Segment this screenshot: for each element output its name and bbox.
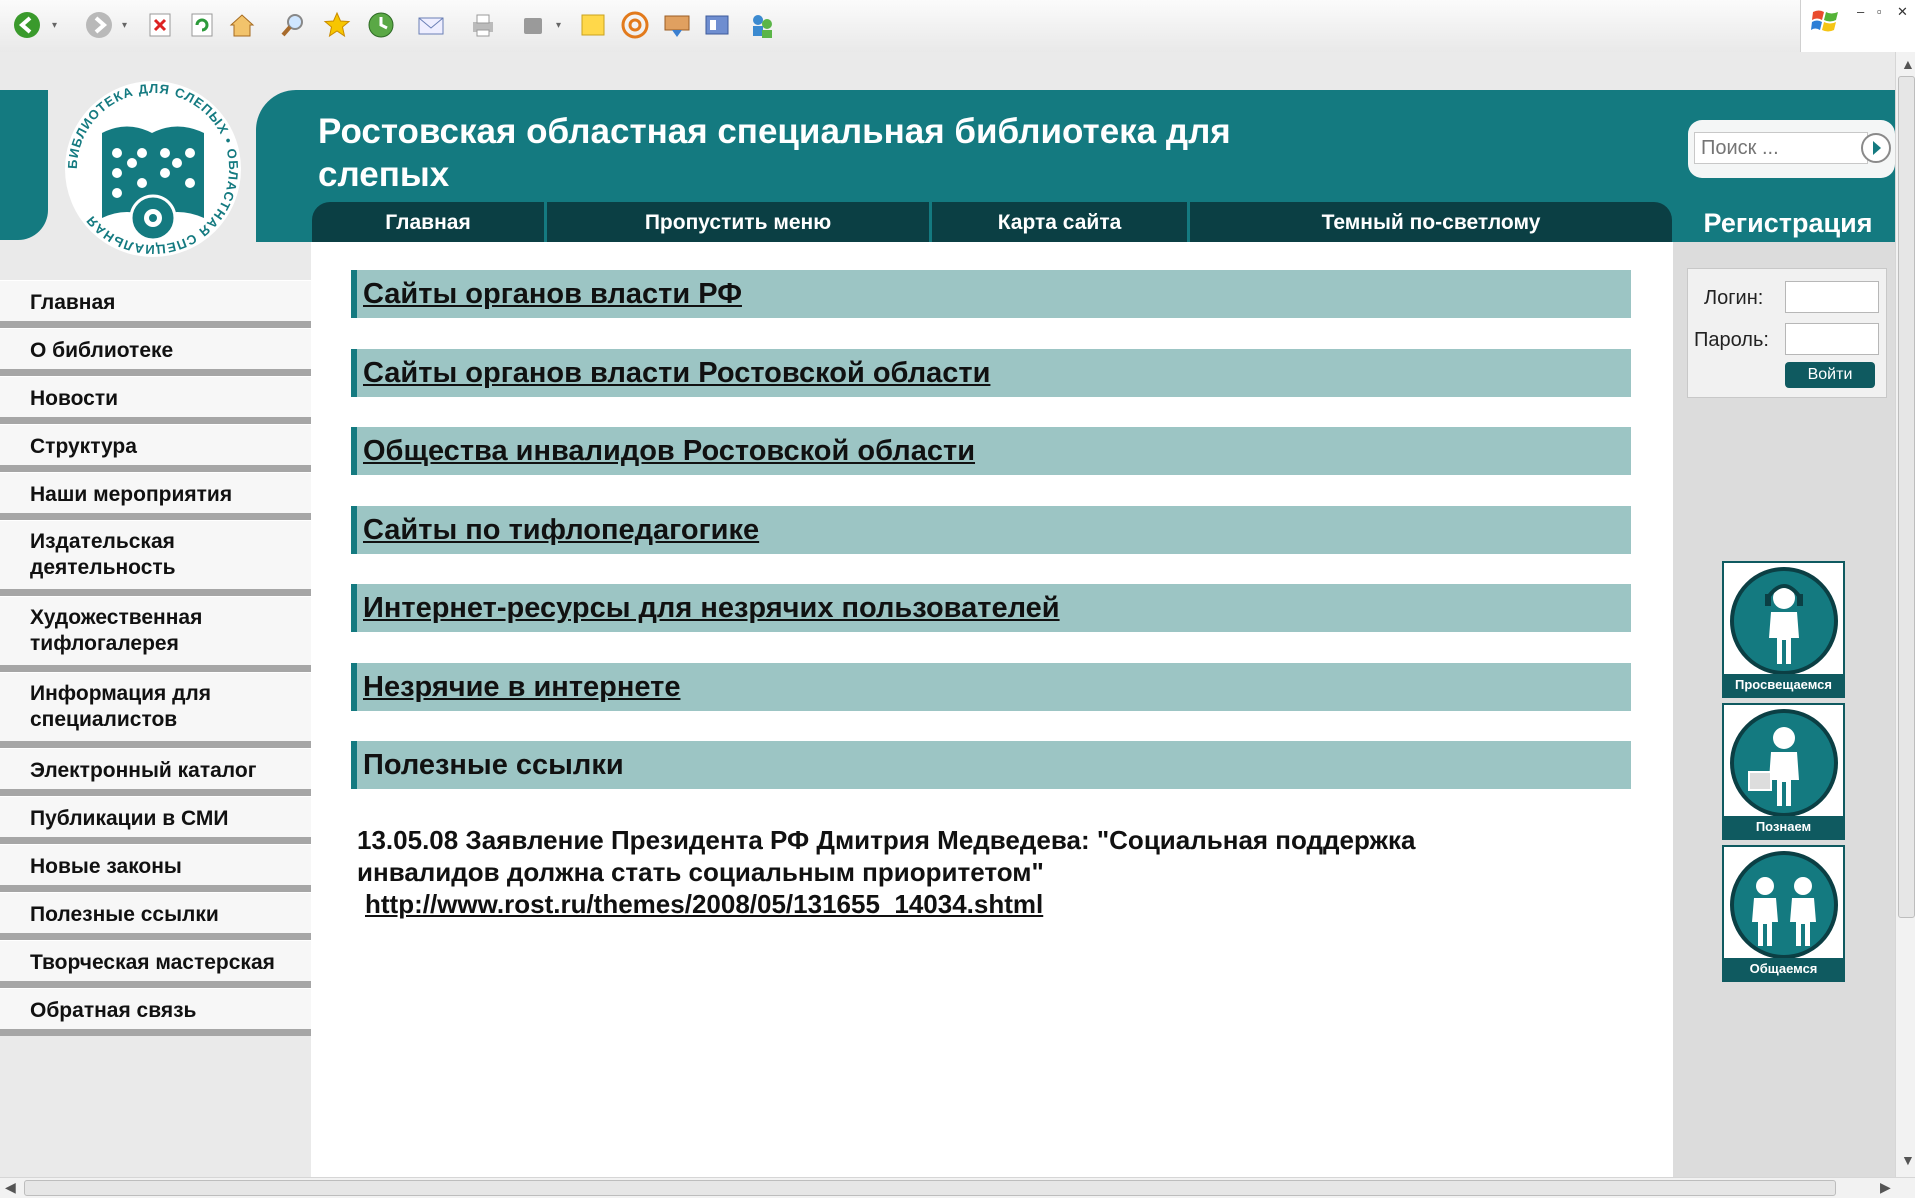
password-label: Пароль: [1694, 329, 1769, 351]
badge-learn[interactable]: Познаем [1722, 703, 1845, 840]
badge-enlighten[interactable]: Просвещаемся [1722, 561, 1845, 698]
sidebar-item-gallery[interactable]: Художественная тифлогалерея [0, 596, 311, 672]
email-at-icon[interactable] [618, 8, 652, 42]
sidebar-item-media[interactable]: Публикации в СМИ [0, 796, 311, 844]
horizontal-scrollbar[interactable]: ◀ ▶ [0, 1177, 1915, 1198]
top-navigation: Главная Пропустить меню Карта сайта Темн… [312, 202, 1672, 244]
browser-toolbar: ▾ ▾ ▾ [0, 0, 1800, 53]
back-icon[interactable] [10, 8, 44, 42]
horizontal-scroll-thumb[interactable] [24, 1180, 1836, 1196]
login-input[interactable] [1785, 281, 1879, 313]
research-icon[interactable] [700, 8, 734, 42]
category-regional-sites[interactable]: Сайты органов власти Ростовской области [351, 349, 1631, 397]
news-link[interactable]: http://www.rost.ru/themes/2008/05/131655… [365, 888, 1557, 920]
close-icon[interactable]: ✕ [1897, 4, 1908, 20]
sidebar-item-events[interactable]: Наши мероприятия [0, 472, 311, 520]
mail-icon[interactable] [414, 8, 448, 42]
sidebar-item-specialists[interactable]: Информация для специалистов [0, 672, 311, 748]
stop-icon[interactable] [143, 8, 177, 42]
vertical-scrollbar[interactable]: ▲ ▼ [1895, 52, 1915, 1177]
sidebar-menu: Главная О библиотеке Новости Структура Н… [0, 280, 311, 1036]
dropdown-arrow-icon[interactable]: ▾ [122, 20, 127, 31]
scroll-down-icon[interactable]: ▼ [1901, 1152, 1915, 1168]
sidebar-item-catalog[interactable]: Электронный каталог [0, 748, 311, 796]
home-icon[interactable] [225, 8, 259, 42]
site-title: Ростовская областная специальная библиот… [318, 112, 1231, 194]
badge-learn-label: Познаем [1724, 816, 1843, 838]
login-form: Логин: Пароль: Войти [1687, 268, 1887, 398]
sidebar-item-workshop[interactable]: Творческая мастерская [0, 940, 311, 988]
sidebar-item-feedback[interactable]: Обратная связь [0, 988, 311, 1036]
windows-logo-icon [1811, 10, 1838, 32]
main-content: Сайты органов власти РФ Сайты органов вл… [311, 242, 1673, 1177]
category-blind-resources[interactable]: Интернет-ресурсы для незрячих пользовате… [351, 584, 1631, 632]
category-useful-links: Полезные ссылки [351, 741, 1631, 789]
category-federal-sites[interactable]: Сайты органов власти РФ [351, 270, 1631, 318]
search-go-icon[interactable] [1860, 132, 1892, 164]
library-logo[interactable]: БИБЛИОТЕКА ДЛЯ СЛЕПЫХ • ОБЛАСТНАЯ СПЕЦИА… [62, 78, 244, 260]
scroll-up-icon[interactable]: ▲ [1901, 56, 1915, 72]
history-icon[interactable] [364, 8, 398, 42]
category-disability-societies[interactable]: Общества инвалидов Ростовской области [351, 427, 1631, 475]
scroll-right-icon[interactable]: ▶ [1880, 1179, 1891, 1196]
logo-emblem-icon: БИБЛИОТЕКА ДЛЯ СЛЕПЫХ • ОБЛАСТНАЯ СПЕЦИА… [65, 81, 241, 257]
search-box [1688, 120, 1895, 178]
sidebar-item-about[interactable]: О библиотеке [0, 328, 311, 376]
search-input[interactable] [1694, 132, 1868, 164]
forward-icon[interactable] [82, 8, 116, 42]
password-input[interactable] [1785, 323, 1879, 355]
right-column: Логин: Пароль: Войти Просвещаемся Познае… [1673, 242, 1895, 1177]
sidebar-item-news[interactable]: Новости [0, 376, 311, 424]
restore-icon[interactable]: ▫ [1877, 4, 1882, 19]
print-icon[interactable] [466, 8, 500, 42]
dropdown-arrow-icon[interactable]: ▾ [52, 20, 57, 31]
scroll-left-icon[interactable]: ◀ [5, 1179, 16, 1196]
windows-logo-area: – ▫ ✕ [1800, 0, 1915, 52]
sidebar-item-links[interactable]: Полезные ссылки [0, 892, 311, 940]
category-typhlopedagogy[interactable]: Сайты по тифлопедагогике [351, 506, 1631, 554]
nav-contrast-toggle[interactable]: Темный по-светлому [1190, 202, 1672, 244]
vertical-scroll-thumb[interactable] [1898, 76, 1915, 918]
web-page: БИБЛИОТЕКА ДЛЯ СЛЕПЫХ • ОБЛАСТНАЯ СПЕЦИА… [0, 52, 1895, 1177]
header-left-band [0, 90, 48, 240]
nav-home[interactable]: Главная [312, 202, 547, 244]
headphones-person-icon [1730, 567, 1838, 675]
badge-enlighten-label: Просвещаемся [1724, 674, 1843, 696]
login-button[interactable]: Войти [1785, 362, 1875, 388]
badge-communicate-label: Общаемся [1724, 958, 1843, 980]
nav-skip-menu[interactable]: Пропустить меню [547, 202, 932, 244]
category-blind-online[interactable]: Незрячие в интернете [351, 663, 1631, 711]
nav-sitemap[interactable]: Карта сайта [932, 202, 1190, 244]
edit-icon[interactable] [516, 8, 550, 42]
badge-communicate[interactable]: Общаемся [1722, 845, 1845, 982]
news-text: 13.05.08 Заявление Президента РФ Дмитрия… [357, 825, 1416, 887]
registration-heading: Регистрация [1703, 208, 1873, 238]
reading-person-icon [1730, 709, 1838, 817]
news-block: 13.05.08 Заявление Президента РФ Дмитрия… [357, 824, 1557, 920]
sidebar-item-laws[interactable]: Новые законы [0, 844, 311, 892]
sidebar-item-publishing[interactable]: Издательская деятельность [0, 520, 311, 596]
sidebar-item-structure[interactable]: Структура [0, 424, 311, 472]
messenger-icon[interactable] [660, 8, 694, 42]
favorites-icon[interactable] [320, 8, 354, 42]
login-label: Логин: [1704, 287, 1764, 309]
sidebar-item-home[interactable]: Главная [0, 280, 311, 328]
dropdown-arrow-icon[interactable]: ▾ [556, 20, 561, 31]
notes-icon[interactable] [576, 8, 610, 42]
refresh-icon[interactable] [185, 8, 219, 42]
two-people-icon [1730, 851, 1838, 959]
minimize-icon[interactable]: – [1857, 4, 1864, 19]
users-icon[interactable] [745, 8, 779, 42]
search-icon[interactable] [276, 8, 310, 42]
